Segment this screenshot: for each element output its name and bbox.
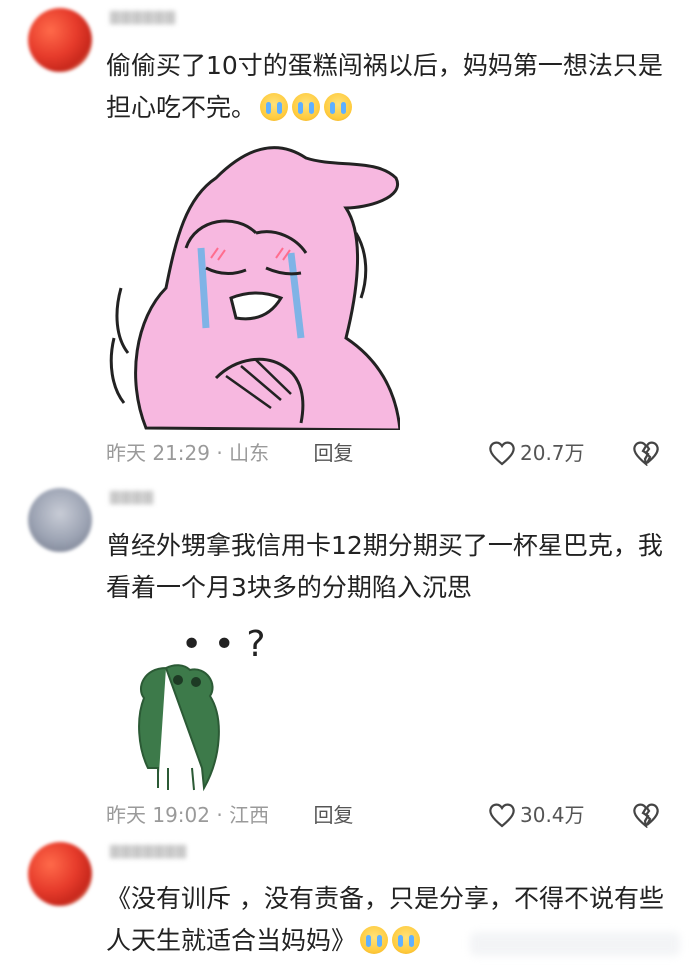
like-count: 20.7万 <box>520 441 585 465</box>
comment-location: 山东 <box>229 441 270 465</box>
broken-heart-icon[interactable] <box>632 802 660 828</box>
comment-text: 偷偷买了10寸的蛋糕闯祸以后，妈妈第一想法只是担心吃不完。 <box>106 51 663 122</box>
like-count: 30.4万 <box>520 803 585 827</box>
reply-button[interactable]: 回复 <box>313 803 353 827</box>
avatar[interactable] <box>28 488 92 552</box>
avatar[interactable] <box>28 8 92 72</box>
confused-frog-sticker[interactable]: • • ? <box>106 618 282 794</box>
username-blurred[interactable]: ▇▇▇▇▇▇▇ <box>110 844 187 859</box>
loudly-crying-face-icon <box>392 926 421 954</box>
heart-icon <box>489 803 515 828</box>
broken-heart-icon[interactable] <box>632 440 660 466</box>
sticker-text: • • ? <box>181 624 265 665</box>
loudly-crying-face-icon <box>360 926 389 954</box>
like-button[interactable]: 20.7万 <box>488 438 585 468</box>
comment-meta: 昨天 19:02 · 江西 回复 <box>106 803 354 827</box>
loudly-crying-face-icon <box>324 93 353 121</box>
username-blurred[interactable]: ▇▇▇▇▇▇ <box>110 10 176 25</box>
heart-icon <box>489 441 515 466</box>
comment-location: 江西 <box>229 803 270 827</box>
username-blurred[interactable]: ▇▇▇▇ <box>110 490 154 505</box>
crying-pink-character-sticker[interactable] <box>106 138 402 432</box>
comment-time: 昨天 19:02 <box>106 803 210 827</box>
comment-text: 曾经外甥拿我信用卡12期分期买了一杯星巴克，我看着一个月3块多的分期陷入沉思 <box>106 531 663 602</box>
avatar[interactable] <box>28 842 92 906</box>
reply-button[interactable]: 回复 <box>313 441 353 465</box>
like-button[interactable]: 30.4万 <box>488 800 585 830</box>
loudly-crying-face-icon <box>260 93 289 121</box>
loudly-crying-face-icon <box>292 93 321 121</box>
watermark-blurred <box>470 932 680 956</box>
comment-meta: 昨天 21:29 · 山东 回复 <box>106 441 354 465</box>
comment-time: 昨天 21:29 <box>106 441 210 465</box>
